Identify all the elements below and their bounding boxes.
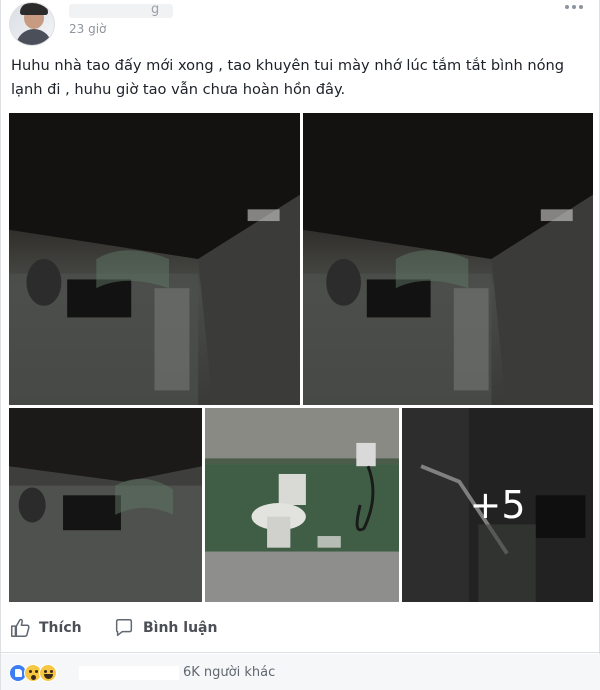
- reactions-divider: [1, 652, 600, 653]
- like-button[interactable]: Thích: [9, 614, 82, 642]
- comment-icon: [115, 619, 133, 637]
- reaction-icons: [9, 664, 57, 682]
- reactions-bar[interactable]: 6K người khác: [1, 654, 600, 690]
- more-photos-count: +5: [469, 483, 526, 527]
- post-photo-1[interactable]: [9, 113, 300, 405]
- post-text: Huhu nhà tao đấy mới xong , tao khuyên t…: [11, 57, 565, 98]
- thumbs-up-icon: [11, 618, 30, 637]
- post-photo-2[interactable]: [303, 113, 593, 405]
- author-name-fragment[interactable]: g: [151, 2, 159, 17]
- post-timestamp[interactable]: 23 giờ: [69, 22, 106, 36]
- author-avatar[interactable]: [9, 2, 55, 46]
- more-photos-overlay[interactable]: +5: [402, 408, 593, 602]
- post-options-icon[interactable]: [561, 0, 587, 14]
- comment-label: Bình luận: [143, 620, 218, 636]
- post-photo-4[interactable]: [205, 408, 399, 602]
- reaction-summary[interactable]: 6K người khác: [183, 665, 275, 680]
- reactor-names-redacted: [79, 666, 179, 680]
- haha-reaction-icon: [39, 664, 57, 682]
- comment-button[interactable]: Bình luận: [113, 614, 217, 642]
- post-card: g 23 giờ Huhu nhà tao đấy mới xong , tao…: [0, 0, 600, 690]
- post-photo-3[interactable]: [9, 408, 202, 602]
- post-actions-bar: Thích Bình luận: [1, 608, 600, 648]
- post-photo-5[interactable]: +5: [402, 408, 593, 602]
- like-label: Thích: [39, 620, 82, 636]
